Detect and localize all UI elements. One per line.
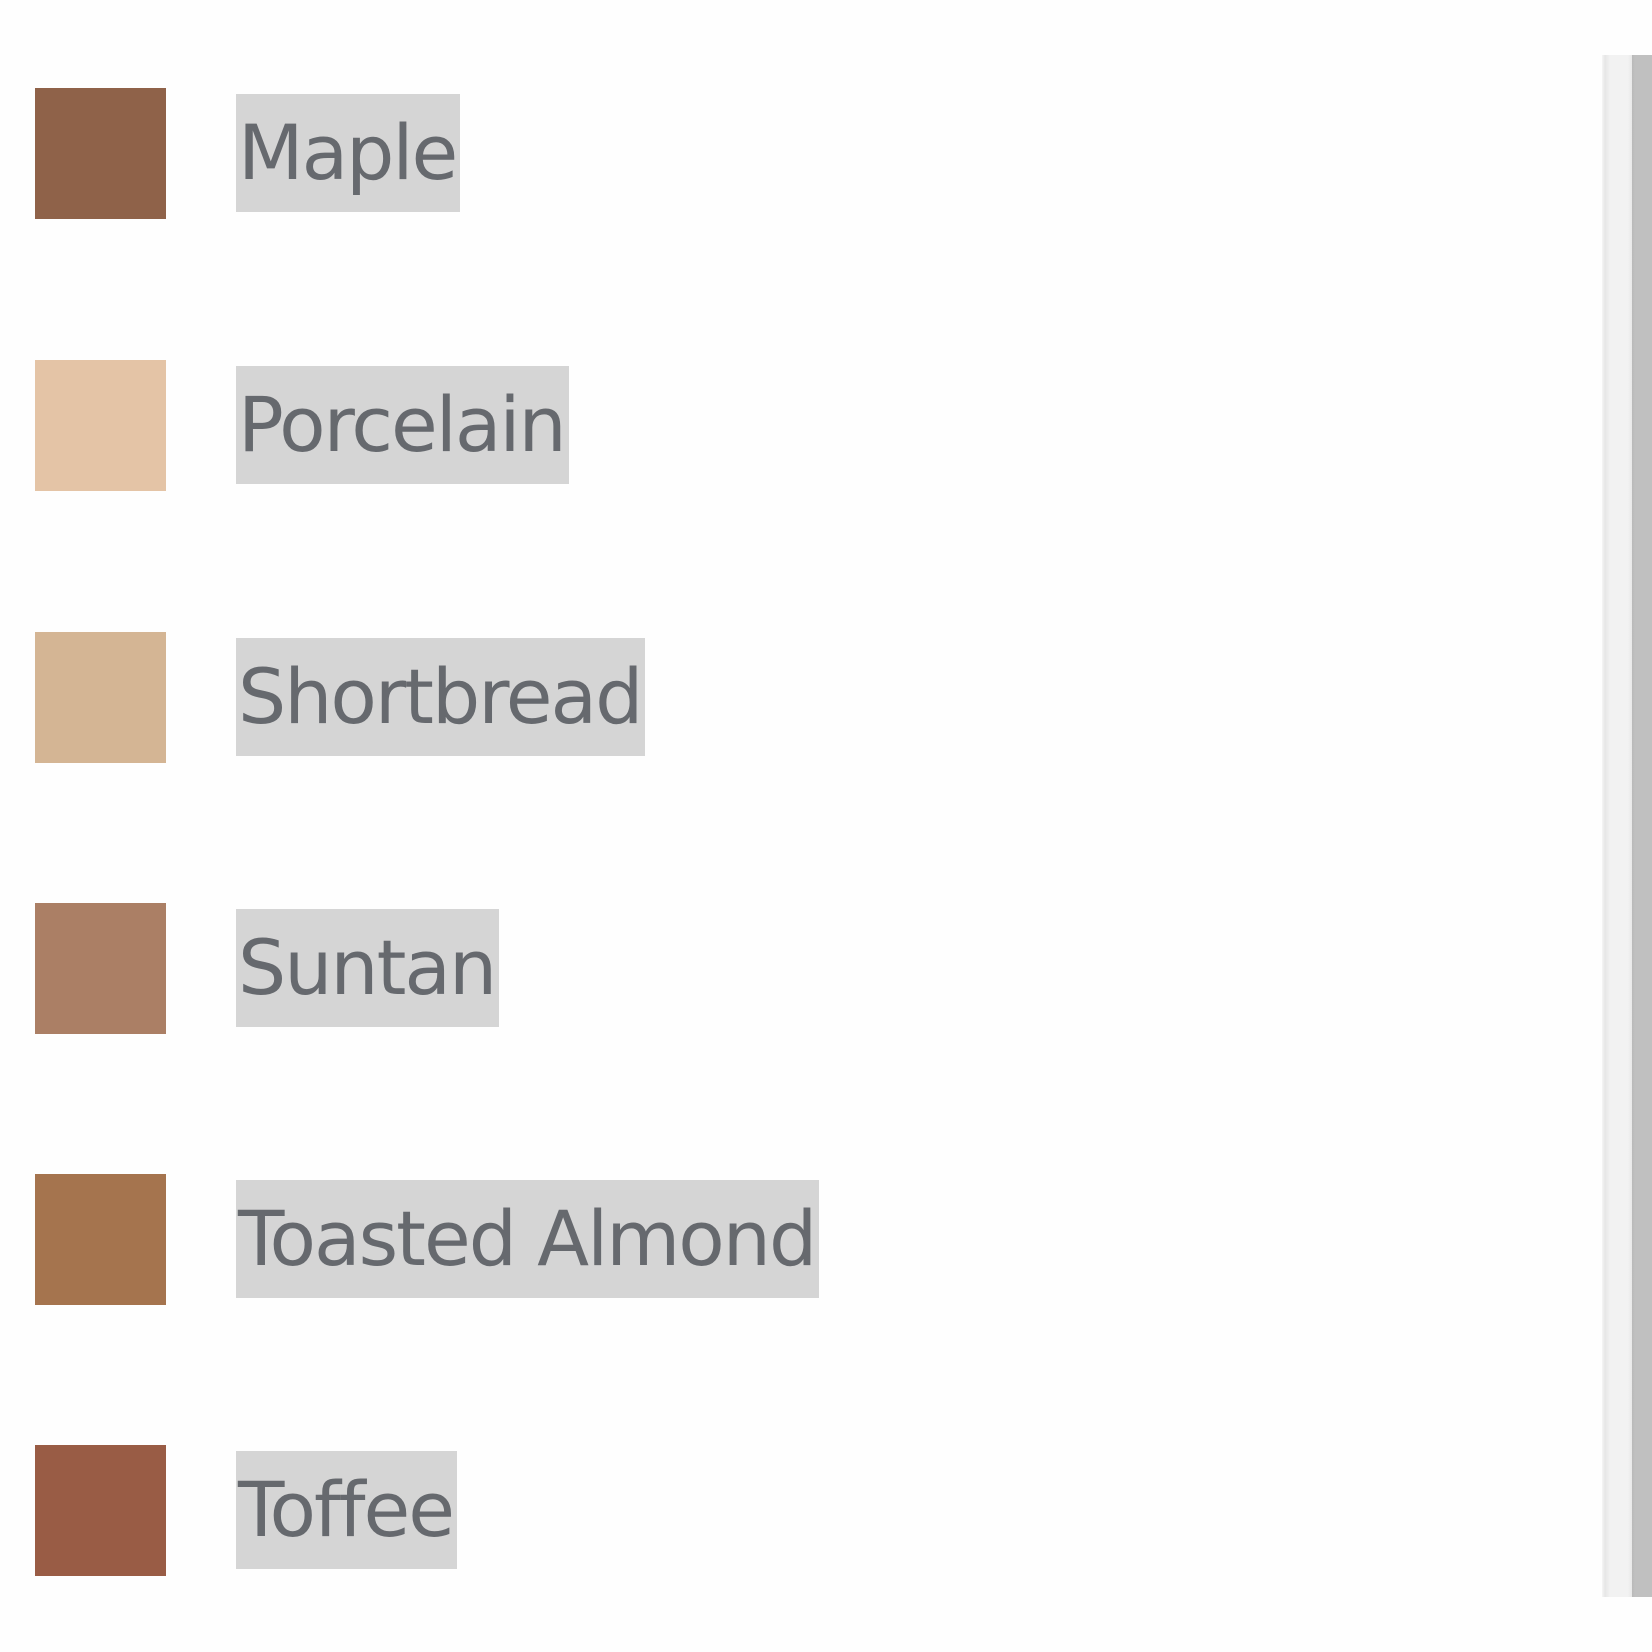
vertical-scrollbar[interactable] — [1602, 55, 1652, 1597]
color-swatch-list: Maple Porcelain Shortbread Suntan Toaste… — [0, 0, 1600, 1652]
swatch-item-toasted-almond[interactable]: Toasted Almond — [0, 1174, 1560, 1314]
color-swatch — [35, 360, 166, 491]
swatch-item-maple[interactable]: Maple — [0, 88, 1560, 228]
swatch-item-shortbread[interactable]: Shortbread — [0, 632, 1560, 772]
color-swatch — [35, 1174, 166, 1305]
swatch-label: Shortbread — [236, 638, 646, 756]
swatch-label: Toasted Almond — [236, 1180, 820, 1298]
color-swatch — [35, 903, 166, 1034]
swatch-item-suntan[interactable]: Suntan — [0, 903, 1560, 1043]
swatch-item-porcelain[interactable]: Porcelain — [0, 360, 1560, 500]
color-swatch — [35, 1445, 166, 1576]
swatch-label: Suntan — [236, 909, 500, 1027]
color-swatch — [35, 632, 166, 763]
swatch-label: Maple — [236, 94, 461, 212]
swatch-label: Porcelain — [236, 366, 569, 484]
scrollbar-track[interactable] — [1602, 55, 1632, 1597]
color-swatch — [35, 88, 166, 219]
swatch-label: Toffee — [236, 1451, 458, 1569]
scrollbar-thumb[interactable] — [1632, 55, 1652, 1597]
swatch-item-toffee[interactable]: Toffee — [0, 1445, 1560, 1585]
